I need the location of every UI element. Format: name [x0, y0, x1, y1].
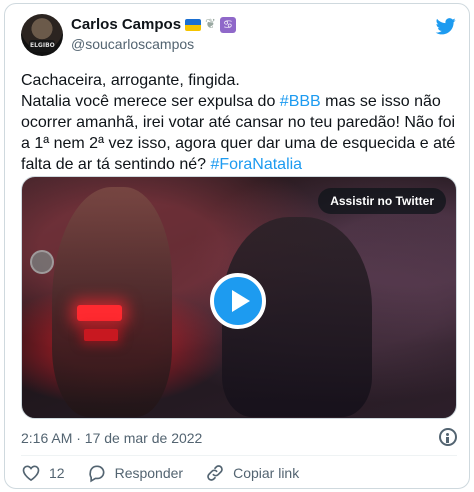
- tweet-card[interactable]: ELGIBO Carlos Campos ❦ ♋ @soucarloscampo…: [4, 3, 470, 489]
- tweet-body-pre: Natalia você merece ser expulsa do: [21, 93, 280, 110]
- video-scrub-handle[interactable]: [30, 250, 54, 274]
- divider: [21, 455, 457, 456]
- purple-box-icon: ♋: [219, 16, 236, 33]
- play-button[interactable]: [210, 273, 266, 329]
- author-handle[interactable]: @soucarloscampos: [71, 36, 194, 52]
- video-frame-figure: [52, 187, 172, 417]
- tweet-line-1: Cachaceira, arrogante, fingida.: [21, 72, 240, 89]
- tweet-text: Cachaceira, arrogante, fingida. Natalia …: [21, 70, 457, 175]
- avatar[interactable]: ELGIBO: [21, 14, 63, 56]
- tweet-meta: 2:16 AM · 17 de mar de 2022: [21, 428, 457, 448]
- author-name[interactable]: Carlos Campos: [71, 16, 181, 33]
- like-button[interactable]: 12: [21, 463, 65, 483]
- video-player[interactable]: Assistir no Twitter: [21, 176, 457, 419]
- tweet-header: ELGIBO Carlos Campos ❦ ♋ @soucarloscampo…: [21, 14, 457, 58]
- timestamp[interactable]: 2:16 AM · 17 de mar de 2022: [21, 430, 202, 446]
- video-frame-light: [77, 305, 122, 321]
- like-count: 12: [49, 465, 65, 481]
- author-name-row: Carlos Campos ❦ ♋: [71, 16, 236, 33]
- flag-ukraine-icon: [185, 18, 202, 31]
- reply-bubble-icon: [88, 465, 105, 483]
- hashtag-foranatalia-link[interactable]: #ForaNatalia: [210, 156, 302, 173]
- video-frame-light: [84, 329, 118, 341]
- avatar-cap-text: ELGIBO: [30, 42, 55, 49]
- reply-button[interactable]: Responder: [87, 463, 184, 483]
- reply-label: Responder: [114, 465, 184, 481]
- copy-link-button[interactable]: Copiar link: [205, 463, 299, 483]
- heart-icon: ❦: [205, 17, 216, 32]
- copy-link-label: Copiar link: [233, 465, 300, 481]
- action-bar: 12 Responder Copiar link: [21, 462, 457, 484]
- play-icon: [232, 290, 250, 312]
- twitter-bird-icon[interactable]: [435, 16, 457, 36]
- info-icon[interactable]: [439, 428, 457, 446]
- heart-icon: [22, 465, 40, 482]
- link-icon: [207, 465, 223, 481]
- hashtag-bbb-link[interactable]: #BBB: [280, 93, 321, 110]
- watch-on-twitter-button[interactable]: Assistir no Twitter: [318, 188, 446, 214]
